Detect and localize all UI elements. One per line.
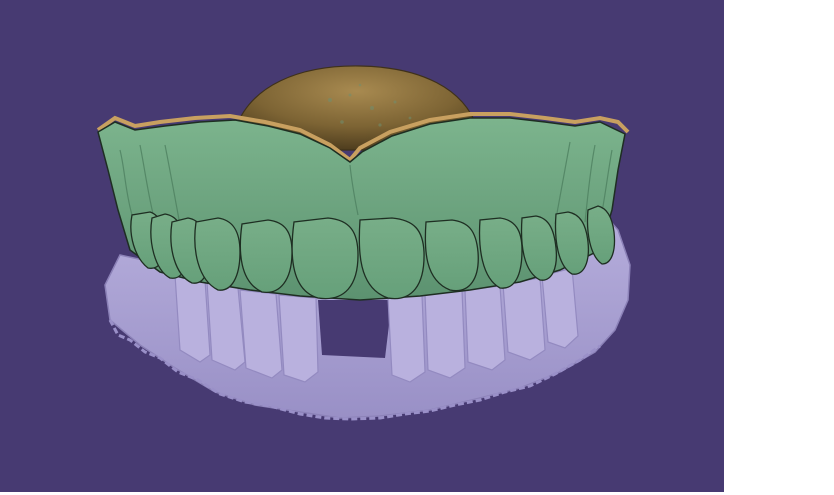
tooth-left-central-incisor xyxy=(291,217,359,300)
side-panel xyxy=(724,0,834,495)
lower-gap-shadow xyxy=(318,300,392,358)
dental-scene[interactable] xyxy=(0,0,724,492)
3d-viewport[interactable] xyxy=(0,0,724,492)
